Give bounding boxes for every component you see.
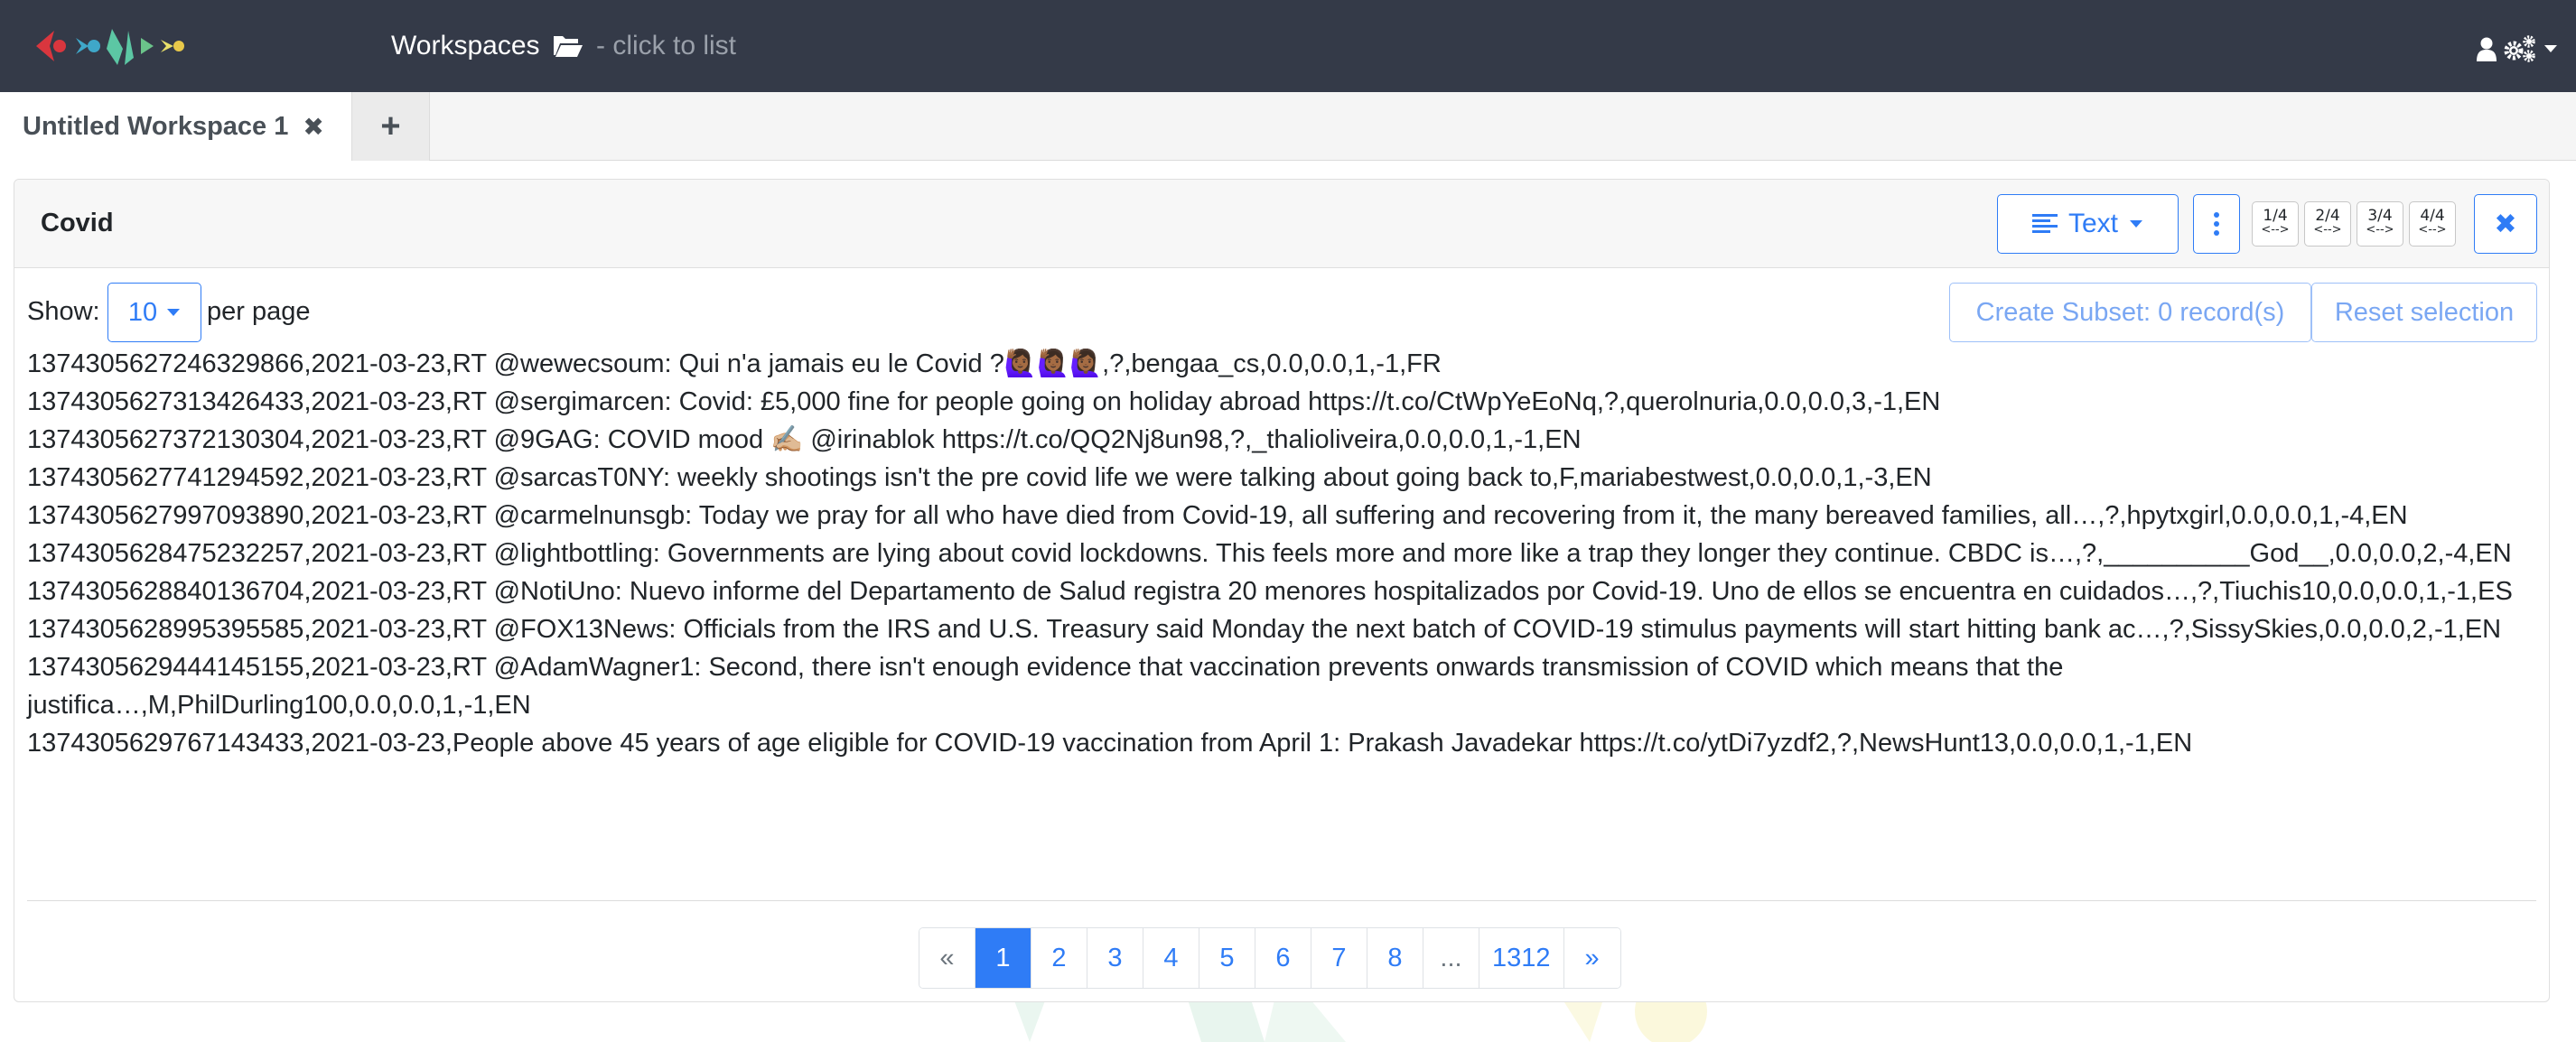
caret-down-icon[interactable]: [2543, 43, 2558, 54]
page-8[interactable]: 8: [1367, 928, 1423, 988]
page-1312[interactable]: 1312: [1479, 928, 1564, 988]
record-row[interactable]: 1374305629767143433,2021-03-23,People ab…: [27, 724, 2529, 762]
card-header: Covid Text 1/4 <--> 2/4 <--> 3/4 <--> 4/…: [14, 180, 2549, 268]
record-row[interactable]: 1374305627313426433,2021-03-23,RT @sergi…: [27, 383, 2529, 421]
reset-selection-button[interactable]: Reset selection: [2311, 283, 2537, 342]
page-2[interactable]: 2: [1031, 928, 1087, 988]
tab-untitled-workspace-1[interactable]: Untitled Workspace 1 ✖: [0, 92, 352, 161]
gears-icon[interactable]: [2502, 34, 2538, 63]
view-mode-dropdown[interactable]: Text: [1997, 194, 2179, 254]
per-page-label: per page: [207, 297, 311, 326]
folder-open-icon[interactable]: [553, 33, 583, 58]
divider: [27, 900, 2536, 901]
top-navbar: Workspaces - click to list: [0, 0, 2576, 92]
record-row[interactable]: 1374305628840136704,2021-03-23,RT @NotiU…: [27, 572, 2529, 610]
user-settings-menu[interactable]: [2477, 33, 2558, 65]
show-label: Show:: [27, 297, 100, 326]
page-ellipsis: ...: [1423, 928, 1479, 988]
per-page-value: 10: [127, 297, 158, 327]
split-label: 1/4: [2263, 207, 2288, 225]
record-row[interactable]: 1374305627372130304,2021-03-23,RT @9GAG:…: [27, 421, 2529, 459]
more-options-button[interactable]: [2193, 194, 2240, 254]
split-arrow: <-->: [2418, 223, 2447, 237]
tab-label[interactable]: Untitled Workspace 1: [23, 112, 288, 142]
split-4-4-button[interactable]: 4/4 <-->: [2409, 201, 2456, 247]
align-left-icon: [2031, 214, 2058, 233]
pagination: « 1 2 3 4 5 6 7 8 ... 1312 »: [919, 927, 1621, 989]
page-7[interactable]: 7: [1311, 928, 1367, 988]
split-arrow: <-->: [2313, 223, 2342, 237]
page-3[interactable]: 3: [1087, 928, 1143, 988]
user-icon[interactable]: [2477, 36, 2497, 61]
close-card-button[interactable]: ✖: [2474, 194, 2537, 254]
record-row[interactable]: 1374305627997093890,2021-03-23,RT @carme…: [27, 497, 2529, 535]
dataset-card: Covid Text 1/4 <--> 2/4 <--> 3/4 <--> 4/…: [14, 179, 2550, 1002]
record-row[interactable]: 1374305628475232257,2021-03-23,RT @light…: [27, 535, 2529, 572]
page-4[interactable]: 4: [1143, 928, 1199, 988]
app-logo[interactable]: [34, 22, 197, 70]
add-tab-button[interactable]: +: [352, 92, 430, 161]
split-arrow: <-->: [2366, 223, 2394, 237]
page-1[interactable]: 1: [975, 928, 1031, 988]
split-1-4-button[interactable]: 1/4 <-->: [2252, 201, 2299, 247]
page-6[interactable]: 6: [1255, 928, 1311, 988]
record-row[interactable]: 1374305627741294592,2021-03-23,RT @sarca…: [27, 459, 2529, 497]
vertical-ellipsis-icon: [2214, 212, 2219, 236]
page-5[interactable]: 5: [1199, 928, 1255, 988]
record-row[interactable]: 1374305628995395585,2021-03-23,RT @FOX13…: [27, 610, 2529, 648]
workspaces-title[interactable]: Workspaces: [391, 31, 540, 61]
caret-down-icon: [2130, 220, 2143, 228]
close-tab-icon[interactable]: ✖: [303, 112, 323, 142]
split-2-4-button[interactable]: 2/4 <-->: [2304, 201, 2351, 247]
create-subset-button[interactable]: Create Subset: 0 record(s): [1949, 283, 2311, 342]
split-label: 3/4: [2367, 207, 2393, 225]
split-arrow: <-->: [2261, 223, 2290, 237]
record-row[interactable]: 1374305627246329866,2021-03-23,RT @wewec…: [27, 345, 2529, 383]
page-next[interactable]: »: [1563, 928, 1620, 988]
record-row[interactable]: 1374305629444145155,2021-03-23,RT @AdamW…: [27, 648, 2529, 724]
records-list: 1374305627246329866,2021-03-23,RT @wewec…: [27, 345, 2529, 762]
page-prev[interactable]: «: [919, 928, 975, 988]
split-label: 4/4: [2420, 207, 2445, 225]
card-title: Covid: [41, 209, 114, 237]
per-page-select[interactable]: 10: [107, 283, 201, 342]
split-3-4-button[interactable]: 3/4 <-->: [2357, 201, 2403, 247]
view-mode-label: Text: [2067, 209, 2119, 238]
workspaces-hint[interactable]: - click to list: [596, 31, 736, 61]
workspace-tab-bar: Untitled Workspace 1 ✖ +: [0, 92, 2576, 161]
caret-down-icon: [167, 309, 181, 316]
split-label: 2/4: [2315, 207, 2340, 225]
